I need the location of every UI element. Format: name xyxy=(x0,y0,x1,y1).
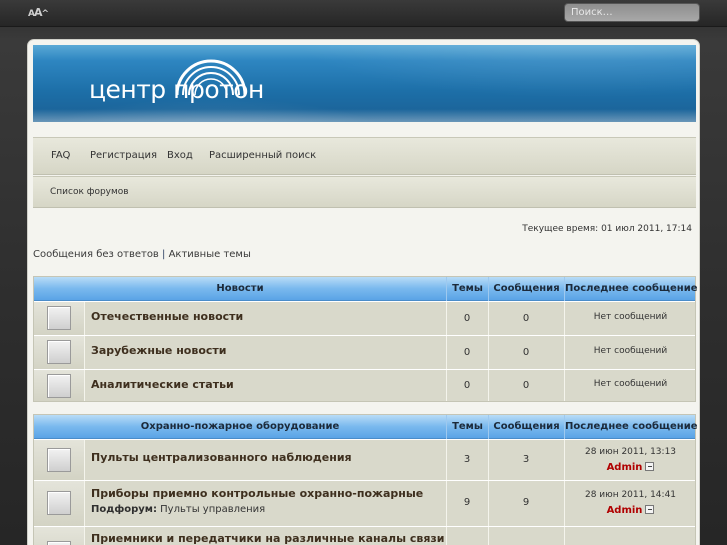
forum-read-icon xyxy=(47,448,71,472)
divider xyxy=(446,527,447,545)
category-header: Охранно-пожарное оборудование Темы Сообщ… xyxy=(34,415,698,439)
topics-count: 0 xyxy=(463,313,471,324)
forum-read-icon xyxy=(47,306,71,330)
forum-status-cell xyxy=(34,481,85,526)
logo-arc-icon xyxy=(175,59,247,96)
divider xyxy=(488,527,489,545)
forum-read-icon xyxy=(47,340,71,364)
nav-login-link[interactable]: Вход xyxy=(167,150,193,161)
category-security-equipment: Охранно-пожарное оборудование Темы Сообщ… xyxy=(33,414,698,545)
nav-faq-link[interactable]: FAQ xyxy=(51,150,70,161)
column-posts: Сообщения xyxy=(488,415,564,439)
top-bar: AA^ xyxy=(0,0,727,27)
logo-part-1: центр xyxy=(89,75,166,104)
forum-title[interactable]: Аналитические статьи xyxy=(91,378,234,391)
forum-title[interactable]: Пульты централизованного наблюдения xyxy=(91,451,352,464)
subforum-label: Подфорум: xyxy=(91,504,157,515)
nav-register-link[interactable]: Регистрация xyxy=(90,150,157,161)
forum-status-cell xyxy=(34,370,85,401)
main-nav-bar: FAQ Регистрация Вход Расширенный поиск xyxy=(33,137,696,175)
divider xyxy=(564,527,565,545)
divider xyxy=(488,481,489,526)
forum-status-cell xyxy=(34,440,85,480)
forum-row[interactable]: Аналитические статьи 0 0 Нет сообщений xyxy=(34,369,695,401)
last-post-author[interactable]: Admin xyxy=(607,462,643,473)
current-time: Текущее время: 01 июл 2011, 17:14 xyxy=(522,224,692,234)
forum-title[interactable]: Приемники и передатчики на различные кан… xyxy=(91,532,445,545)
last-post: 28 июн 2011, 14:41 Admin xyxy=(565,488,696,519)
forum-read-icon xyxy=(47,541,71,545)
forum-row[interactable]: Зарубежные новости 0 0 Нет сообщений xyxy=(34,335,695,369)
last-post-author[interactable]: Admin xyxy=(607,505,643,516)
forum-title[interactable]: Зарубежные новости xyxy=(91,344,227,357)
posts-count: 0 xyxy=(522,313,530,324)
divider xyxy=(488,440,489,480)
forum-row[interactable]: Отечественные новости 0 0 Нет сообщений xyxy=(34,301,695,335)
quick-links: Сообщения без ответов | Активные темы xyxy=(33,249,251,260)
site-header: центр протон xyxy=(33,45,696,122)
posts-count: 9 xyxy=(522,497,530,508)
column-last-post: Последнее сообщение xyxy=(564,415,698,439)
last-post-date: 28 июн 2011, 13:13 xyxy=(584,447,677,457)
page-container: центр протон FAQ Регистрация Вход Расшир… xyxy=(27,39,700,545)
subforum-line: Подфорум: Пульты управления xyxy=(91,504,265,515)
forum-title[interactable]: Отечественные новости xyxy=(91,310,243,323)
category-news: Новости Темы Сообщения Последнее сообщен… xyxy=(33,276,698,402)
forum-status-cell xyxy=(34,527,85,545)
column-last-post: Последнее сообщение xyxy=(564,277,698,301)
last-post: Нет сообщений xyxy=(593,379,668,389)
forum-list-link[interactable]: Список форумов xyxy=(50,187,129,197)
posts-count: 0 xyxy=(522,347,530,358)
view-latest-post-icon[interactable] xyxy=(645,462,655,471)
divider xyxy=(488,370,489,401)
category-title[interactable]: Охранно-пожарное оборудование xyxy=(34,415,446,439)
last-post: Нет сообщений xyxy=(593,312,668,322)
divider xyxy=(488,302,489,335)
divider xyxy=(488,336,489,369)
search-input[interactable] xyxy=(564,3,700,22)
breadcrumb: Список форумов xyxy=(33,176,696,208)
column-topics: Темы xyxy=(446,277,488,301)
last-post: Нет сообщений xyxy=(593,346,668,356)
unanswered-posts-link[interactable]: Сообщения без ответов xyxy=(33,249,159,260)
font-size-control[interactable]: AA^ xyxy=(28,6,49,19)
quick-links-separator: | xyxy=(158,249,169,260)
forum-row[interactable]: Приемники и передатчики на различные кан… xyxy=(34,526,695,545)
topics-count: 0 xyxy=(463,380,471,391)
font-size-caret-icon[interactable]: ^ xyxy=(41,9,48,19)
forum-title[interactable]: Приборы приемно контрольные охранно-пожа… xyxy=(91,487,423,500)
forum-read-icon xyxy=(47,491,71,515)
topics-count: 9 xyxy=(463,497,471,508)
last-post-date: 28 июн 2011, 14:41 xyxy=(584,490,677,500)
subforum-link[interactable]: Пульты управления xyxy=(160,504,265,515)
column-posts: Сообщения xyxy=(488,277,564,301)
forum-status-cell xyxy=(34,302,85,335)
last-post: 28 июн 2011, 13:13 Admin xyxy=(565,445,696,476)
column-topics: Темы xyxy=(446,415,488,439)
category-header: Новости Темы Сообщения Последнее сообщен… xyxy=(34,277,698,301)
active-topics-link[interactable]: Активные темы xyxy=(169,249,251,260)
view-latest-post-icon[interactable] xyxy=(645,505,655,514)
forum-status-cell xyxy=(34,336,85,369)
posts-count: 3 xyxy=(522,454,530,465)
nav-advanced-search-link[interactable]: Расширенный поиск xyxy=(209,150,316,161)
topics-count: 3 xyxy=(463,454,471,465)
forum-row[interactable]: Пульты централизованного наблюдения 3 3 … xyxy=(34,439,695,480)
topics-count: 0 xyxy=(463,347,471,358)
forum-row[interactable]: Приборы приемно контрольные охранно-пожа… xyxy=(34,480,695,526)
header-shine-decoration xyxy=(33,109,696,122)
posts-count: 0 xyxy=(522,380,530,391)
forum-read-icon xyxy=(47,374,71,398)
category-title[interactable]: Новости xyxy=(34,277,446,301)
